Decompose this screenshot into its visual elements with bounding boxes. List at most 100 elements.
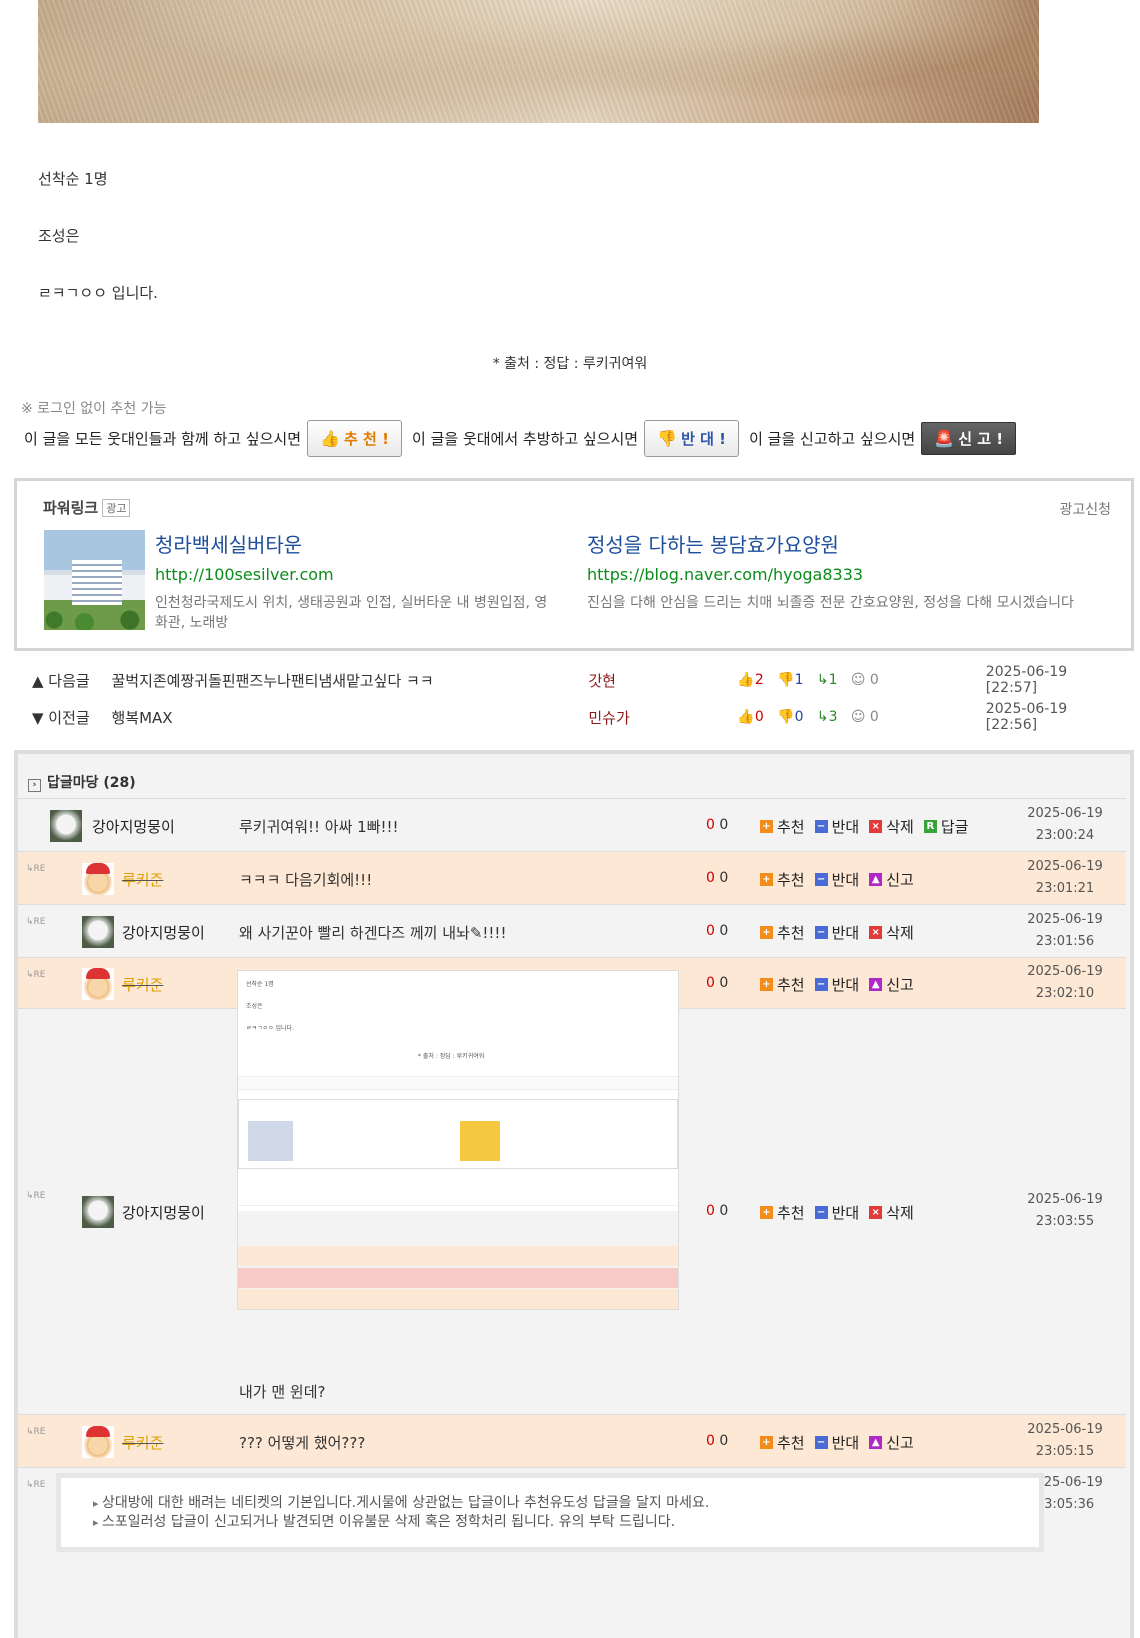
nav-title[interactable]: 행복MAX bbox=[111, 707, 588, 728]
expand-icon[interactable]: › bbox=[28, 779, 41, 792]
report-label: 신고 bbox=[886, 1434, 914, 1452]
comment-nickname[interactable]: 강아지멍뭉이 bbox=[122, 1202, 205, 1223]
comment-nickname[interactable]: 루키준 bbox=[122, 869, 163, 890]
nav-date: 2025-06-19 [22:57] bbox=[985, 664, 1068, 696]
comment-row: ↳RE 루키준??? 어떻게 했어??? 0 0 + 추천 − 반대 ▲ 신고 2025-06-1… bbox=[18, 1414, 1126, 1467]
comment-report-button[interactable]: ▲ 신고 bbox=[869, 1432, 914, 1453]
avatar[interactable] bbox=[82, 968, 114, 1000]
views-icon: ☺ bbox=[850, 709, 866, 725]
thumbs-down-icon: 👎 bbox=[777, 709, 795, 725]
oppose-label: 반대 bbox=[831, 1204, 860, 1222]
comment-up-count: 0 bbox=[706, 1433, 715, 1449]
comment-notice: 상대방에 대한 배려는 네티켓의 기본입니다.게시물에 상관없는 답글이나 추천… bbox=[56, 1473, 1044, 1552]
vote-bar: 이 글을 모든 웃대인들과 함께 하고 싶으시면 👍 추 천 ! 이 글을 웃대에… bbox=[24, 418, 1026, 458]
comment-recommend-button[interactable]: + 추천 bbox=[760, 1202, 805, 1223]
oppose-label: 반대 bbox=[831, 924, 860, 942]
ad-apply-link[interactable]: 광고신청 bbox=[1059, 499, 1111, 519]
comment-recommend-button[interactable]: + 추천 bbox=[760, 869, 805, 890]
ad-url[interactable]: https://blog.naver.com/hyoga8333 bbox=[587, 565, 1097, 584]
nav-title[interactable]: 꿀벅지존예짱귀돌핀팬즈누나팬티냄새맡고싶다 ㅋㅋ bbox=[111, 670, 588, 691]
comment-header[interactable]: › 답글마당 (28) bbox=[28, 772, 136, 792]
shot-nav bbox=[238, 1176, 678, 1206]
avatar[interactable] bbox=[82, 863, 114, 895]
comment-recommend-button[interactable]: + 추천 bbox=[760, 922, 805, 943]
oppose-button[interactable]: 👎 반 대 ! bbox=[644, 419, 740, 457]
comment-nickname[interactable]: 루키준 bbox=[122, 974, 163, 995]
comment-date-day: 2025-06-19 bbox=[1027, 806, 1103, 821]
ad-desc: 진심을 다해 안심을 드리는 치매 뇌졸증 전문 간호요양원, 정성을 다해 모… bbox=[587, 595, 1074, 611]
comment-row: 강아지멍뭉이 루키귀여워!! 아싸 1빠!!! 0 0 + 추천 − 반대 × 삭제 R 답글 202… bbox=[18, 798, 1126, 851]
reply-arrow-icon: ↳RE bbox=[26, 1480, 46, 1490]
comment-score: 0 0 bbox=[706, 1433, 728, 1449]
nav-label: ▲ 다음글 bbox=[32, 671, 90, 690]
comment-delete-button[interactable]: ×삭제 bbox=[869, 1202, 914, 1223]
shot-line: 선착순 1명 bbox=[246, 981, 274, 988]
comment-nickname[interactable]: 루키준 bbox=[122, 1432, 163, 1453]
comment-oppose-button[interactable]: −반대 bbox=[814, 974, 859, 995]
ad-title[interactable]: 정성을 다하는 봉담효가요양원 bbox=[587, 529, 1097, 558]
views-icon: ☺ bbox=[850, 672, 866, 688]
shot-comment-row bbox=[238, 1246, 678, 1266]
comment-recommend-button[interactable]: + 추천 bbox=[760, 974, 805, 995]
ad-url[interactable]: http://100sesilver.com bbox=[155, 565, 555, 584]
minus-icon: − bbox=[814, 820, 828, 833]
oppose-label: 반대 bbox=[831, 818, 860, 836]
comment-delete-button[interactable]: ×삭제 bbox=[869, 922, 914, 943]
down-count: 0 bbox=[794, 709, 804, 725]
delete-label: 삭제 bbox=[886, 924, 914, 942]
close-icon: × bbox=[869, 820, 883, 833]
comment-recommend-button[interactable]: + 추천 bbox=[760, 1432, 805, 1453]
reply-arrow-icon: ↳RE bbox=[26, 1427, 46, 1437]
ad-item[interactable]: 청라백세실버타운 http://100sesilver.com 인천청라국제도시… bbox=[155, 529, 555, 633]
comment-actions: + 추천 − 반대 ▲ 신고 bbox=[760, 974, 924, 995]
report-button[interactable]: 🚨 신 고 ! bbox=[921, 421, 1017, 455]
oppose-label: 반 대 ! bbox=[681, 429, 726, 448]
embedded-screenshot[interactable]: 선착순 1명 조성은 ㄹㅋㄱㅇㅇ 입니다. * 출처 : 정답 : 루키귀여워 bbox=[237, 970, 679, 1310]
ad-title[interactable]: 청라백세실버타운 bbox=[155, 529, 555, 558]
reply-arrow-icon: ↳RE bbox=[26, 970, 46, 980]
thumbs-down-icon: 👎 bbox=[657, 428, 678, 448]
reply-count: 3 bbox=[828, 709, 838, 725]
ad-building-image[interactable] bbox=[44, 530, 145, 630]
nav-stats: 👍2 👎1 ↳1 ☺ 0 bbox=[737, 672, 985, 688]
comment-oppose-button[interactable]: −반대 bbox=[814, 1432, 859, 1453]
comment-nickname[interactable]: 강아지멍뭉이 bbox=[92, 816, 175, 837]
recommend-label: 추천 bbox=[777, 871, 805, 889]
comment-score: 0 0 bbox=[706, 923, 728, 939]
reply-arrow-icon: ↳RE bbox=[26, 917, 46, 927]
comment-oppose-button[interactable]: −반대 bbox=[814, 816, 860, 837]
prev-post-row[interactable]: ▼ 이전글 행복MAX 민슈가 👍0 👎0 ↳3 ☺ 0 2025-06-19 … bbox=[32, 701, 1122, 733]
comment-up-count: 0 bbox=[706, 817, 715, 833]
shot-vote-bar bbox=[238, 1076, 678, 1090]
avatar[interactable] bbox=[82, 1196, 114, 1228]
thumbs-up-icon: 👍 bbox=[737, 672, 755, 688]
comment-reply-button[interactable]: R 답글 bbox=[923, 816, 968, 837]
avatar[interactable] bbox=[50, 810, 82, 842]
avatar[interactable] bbox=[82, 916, 114, 948]
comment-oppose-button[interactable]: −반대 bbox=[814, 869, 859, 890]
comment-down-count: 0 bbox=[719, 975, 729, 991]
recommend-button[interactable]: 👍 추 천 ! bbox=[307, 419, 403, 457]
comment-date-time: 23:00:24 bbox=[1035, 828, 1095, 843]
next-post-row[interactable]: ▲ 다음글 꿀벅지존예짱귀돌핀팬즈누나팬티냄새맡고싶다 ㅋㅋ 갓현 👍2 👎1 … bbox=[32, 664, 1122, 696]
comment-recommend-button[interactable]: + 추천 bbox=[760, 816, 805, 837]
shot-comment-row bbox=[238, 1268, 678, 1288]
comment-actions: +추천 −반대 ×삭제 bbox=[760, 1202, 924, 1223]
comment-oppose-button[interactable]: −반대 bbox=[814, 922, 860, 943]
comment-report-button[interactable]: ▲ 신고 bbox=[869, 974, 914, 995]
comment-text: ㅋㅋㅋ 다음기회에!!! bbox=[239, 871, 373, 889]
comment-delete-button[interactable]: ×삭제 bbox=[869, 816, 914, 837]
comment-score: 0 0 bbox=[706, 870, 728, 886]
reply-arrow-icon: ↳RE bbox=[26, 1191, 46, 1201]
comment-report-button[interactable]: ▲ 신고 bbox=[869, 869, 914, 890]
notice-line: 스포일러성 답글이 신고되거나 발견되면 이유불문 삭제 혹은 정학처리 됩니다… bbox=[93, 1513, 1039, 1532]
ad-item[interactable]: 정성을 다하는 봉담효가요양원 https://blog.naver.com/h… bbox=[587, 529, 1097, 613]
comment-down-count: 0 bbox=[719, 923, 729, 939]
plus-icon: + bbox=[760, 1206, 773, 1219]
close-icon: × bbox=[869, 1206, 883, 1219]
comment-nickname[interactable]: 강아지멍뭉이 bbox=[122, 922, 205, 943]
post-source: * 출처 : 정답 : 루키귀여워 bbox=[492, 356, 648, 372]
comment-oppose-button[interactable]: −반대 bbox=[814, 1202, 860, 1223]
shot-comment-row bbox=[238, 1289, 678, 1309]
avatar[interactable] bbox=[82, 1426, 114, 1458]
